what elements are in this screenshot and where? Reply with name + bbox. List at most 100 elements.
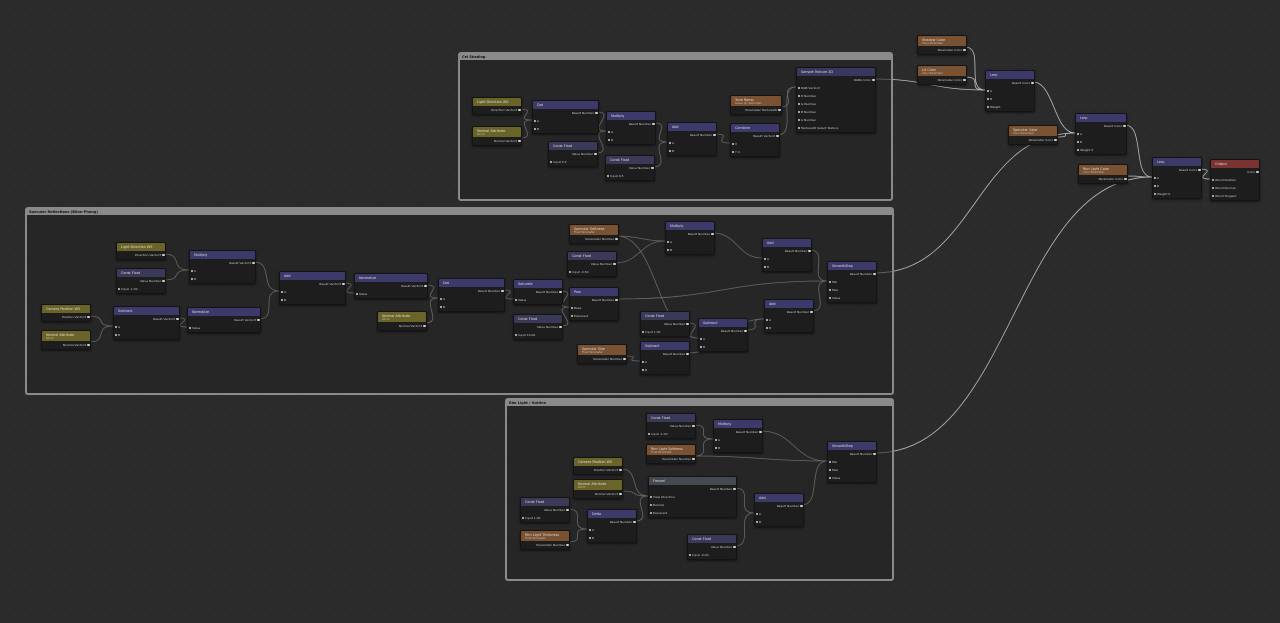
input-port[interactable]: A [765,316,813,324]
port-dot[interactable] [797,119,800,122]
port-dot[interactable] [776,135,779,138]
port-dot[interactable] [1256,171,1259,174]
port-dot[interactable] [963,49,966,52]
port-dot[interactable] [514,299,517,302]
input-port[interactable]: World Tangent [1211,192,1259,200]
port-dot[interactable] [797,95,800,98]
port-dot[interactable] [190,278,193,281]
port-dot[interactable] [521,517,524,520]
output-port[interactable]: Result Number [607,120,655,128]
port-dot[interactable] [190,270,193,273]
port-dot[interactable] [810,311,813,314]
input-port[interactable]: B [533,125,598,133]
port-dot[interactable] [649,496,652,499]
graph-node[interactable]: Fresnel Result Number View Direction Normal… [648,476,737,518]
port-dot[interactable] [570,307,573,310]
graph-node[interactable]: Subtract Result Number A B [698,318,748,352]
output-port[interactable]: Value Number [549,150,597,158]
input-port[interactable]: B [607,136,655,144]
port-dot[interactable] [765,319,768,322]
port-dot[interactable] [755,521,758,524]
port-dot[interactable] [1153,193,1156,196]
output-port[interactable]: Result Color [1076,122,1126,130]
output-port[interactable]: Position Vector3 [42,313,90,321]
input-port[interactable]: A [114,323,179,331]
port-dot[interactable] [588,537,591,540]
input-port[interactable]: B [986,95,1034,103]
node-graph-canvas[interactable]: Cel Shading Specular Reflections (Blinn-P… [0,0,1280,623]
graph-node[interactable]: Multiply Result Number A B [713,419,763,453]
port-dot[interactable] [117,288,120,291]
port-dot[interactable] [257,319,260,322]
port-dot[interactable] [280,291,283,294]
graph-node[interactable]: Multiply Result Number A B [665,221,715,255]
input-port[interactable]: Value [188,324,260,332]
graph-node[interactable]: Lerp Result Color A B Weight 0 [1075,113,1127,155]
graph-node[interactable]: Shadow Color Color Parameter Parameter Col… [917,35,967,55]
port-dot[interactable] [423,325,426,328]
input-port[interactable]: A [668,139,716,147]
port-dot[interactable] [652,123,655,126]
port-dot[interactable] [518,109,521,112]
output-port[interactable]: Result Number [533,109,598,117]
input-port[interactable]: A [714,436,762,444]
port-dot[interactable] [641,369,644,372]
graph-node[interactable]: Camera Position WS Position Vector3 [573,457,623,475]
port-dot[interactable] [518,140,521,143]
port-dot[interactable] [570,315,573,318]
input-port[interactable]: A [280,288,345,296]
graph-node[interactable]: Lit Color Color Parameter Parameter Color [917,65,967,85]
output-port[interactable]: Parameter Color [918,46,966,54]
graph-node[interactable]: Add Result Vector3 A B [279,271,346,305]
port-dot[interactable] [355,293,358,296]
output-port[interactable]: Result Number [570,296,618,304]
port-dot[interactable] [744,330,747,333]
input-port[interactable]: B [699,343,747,351]
output-port[interactable]: Result Number [763,247,811,255]
port-dot[interactable] [1211,187,1214,190]
input-port[interactable]: Exponent [649,509,736,517]
input-port[interactable]: Input 1.00 [521,514,569,522]
output-port[interactable]: Value Number [521,506,569,514]
port-dot[interactable] [439,306,442,309]
port-dot[interactable] [176,318,179,321]
port-dot[interactable] [607,131,610,134]
port-dot[interactable] [501,290,504,293]
input-port[interactable]: G Number [797,100,875,108]
output-port[interactable]: Result Number [765,308,813,316]
output-port[interactable]: Result Number [588,518,636,526]
port-dot[interactable] [763,258,766,261]
port-dot[interactable] [699,338,702,341]
graph-node[interactable]: Pow Result Number Base Exponent [569,287,619,321]
port-dot[interactable] [559,326,562,329]
graph-node[interactable]: Const Float Value Number Input 0.5 [605,155,655,181]
output-port[interactable]: Result Number [714,428,762,436]
input-port[interactable]: A [439,295,504,303]
port-dot[interactable] [188,327,191,330]
input-port[interactable]: B [588,534,636,542]
graph-node[interactable]: Normalize Result Vector3 Value [354,273,428,299]
input-port[interactable]: Exponent [570,312,618,320]
port-dot[interactable] [828,289,831,292]
output-port[interactable]: Position Vector3 [574,466,622,474]
port-dot[interactable] [607,139,610,142]
port-dot[interactable] [342,283,345,286]
input-port[interactable]: B Number [797,108,875,116]
port-dot[interactable] [688,554,691,557]
port-dot[interactable] [514,334,517,337]
input-port[interactable]: A [699,335,747,343]
output-port[interactable]: Value Number [606,164,654,172]
graph-node[interactable]: Const Float Value Number Input -1.00 [646,413,696,439]
input-port[interactable]: Weight 0 [1076,146,1126,154]
input-port[interactable]: A [755,510,803,518]
port-dot[interactable] [808,250,811,253]
port-dot[interactable] [566,544,569,547]
output-port[interactable]: Result Vector3 [188,316,260,324]
output-port[interactable]: Result Vector3 [355,282,427,290]
input-port[interactable]: Input 0.5 [549,158,597,166]
input-port[interactable]: B [668,147,716,155]
port-dot[interactable] [797,103,800,106]
input-port[interactable]: X [731,140,779,148]
port-dot[interactable] [1211,179,1214,182]
input-port[interactable]: View Direction [649,493,736,501]
